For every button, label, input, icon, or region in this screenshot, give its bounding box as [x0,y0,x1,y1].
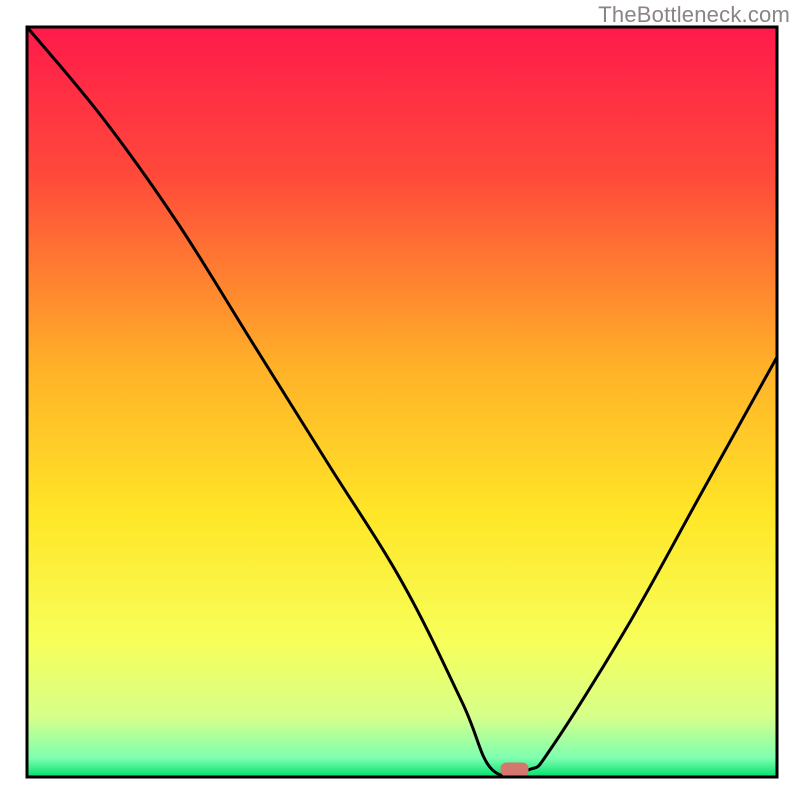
bottleneck-chart [0,0,800,800]
optimal-point-marker [501,763,529,777]
plot-background [27,27,777,777]
watermark-text: TheBottleneck.com [598,2,790,28]
chart-container: TheBottleneck.com [0,0,800,800]
